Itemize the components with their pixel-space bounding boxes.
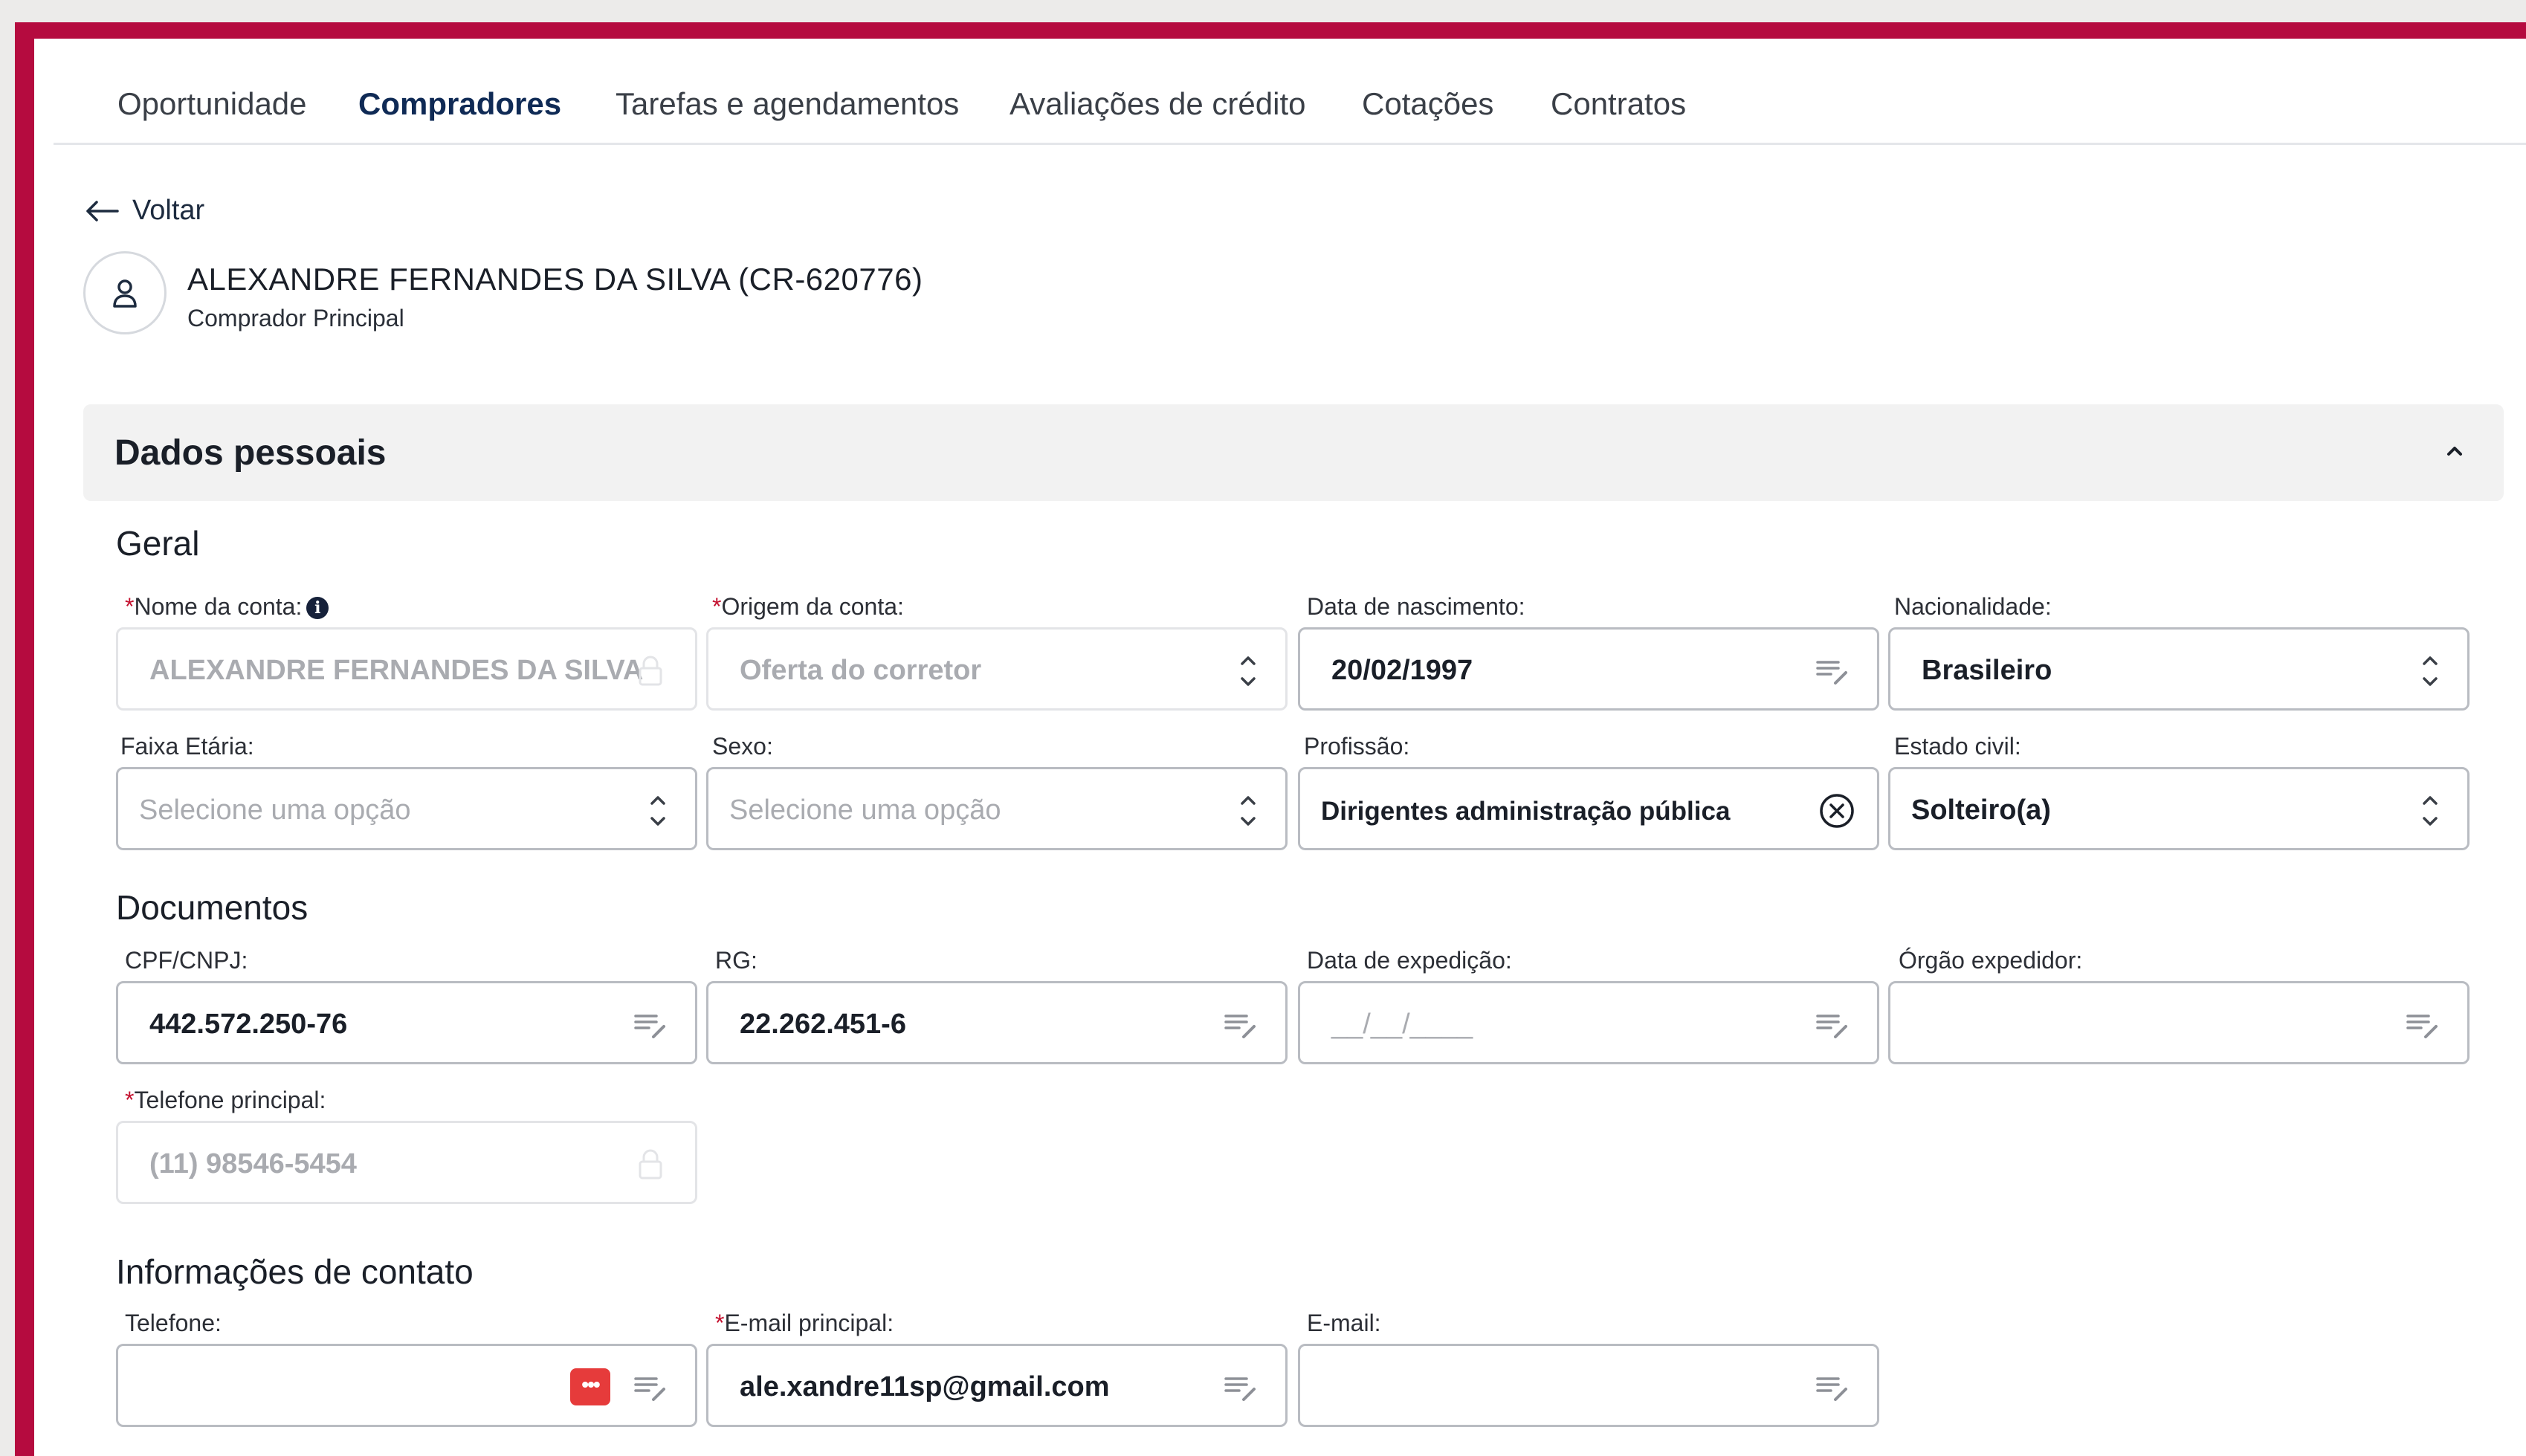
field-label-origem-conta: *Origem da conta: xyxy=(712,593,904,620)
email-field[interactable] xyxy=(1298,1344,1879,1427)
brand-frame-left xyxy=(15,22,34,1456)
edit-lines-icon[interactable] xyxy=(1221,1368,1260,1407)
field-label-estado-civil: Estado civil: xyxy=(1894,733,2021,760)
email-principal-field[interactable]: ale.xandre11sp@gmail.com xyxy=(706,1344,1288,1427)
group-title-geral: Geral xyxy=(116,524,200,563)
edit-lines-icon[interactable] xyxy=(1221,1006,1260,1044)
sort-icon xyxy=(1241,656,1256,686)
buyer-name: ALEXANDRE FERNANDES DA SILVA (CR-620776) xyxy=(187,262,923,297)
field-label-rg: RG: xyxy=(715,947,758,974)
telefone-field[interactable]: ••• xyxy=(116,1344,697,1427)
origem-conta-select[interactable]: Oferta do corretor xyxy=(706,627,1288,711)
page-content: Oportunidade Compradores Tarefas e agend… xyxy=(34,39,2526,1456)
data-nascimento-field[interactable]: 20/02/1997 xyxy=(1298,627,1879,711)
telefone-principal-field: (11) 98546-5454 xyxy=(116,1121,697,1204)
tab-compradores[interactable]: Compradores xyxy=(358,86,561,122)
field-label-profissao: Profissão: xyxy=(1304,733,1410,760)
buyer-role: Comprador Principal xyxy=(187,305,404,331)
sexo-select[interactable]: Selecione uma opção xyxy=(706,767,1288,850)
user-icon xyxy=(113,279,137,308)
lock-icon xyxy=(639,656,662,686)
tab-avaliacoes-de-credito[interactable]: Avaliações de crédito xyxy=(1010,86,1305,122)
profissao-field[interactable]: Dirigentes administração pública xyxy=(1298,767,1879,850)
section-title: Dados pessoais xyxy=(114,433,387,473)
tab-contratos[interactable]: Contratos xyxy=(1551,86,1686,122)
sort-icon xyxy=(2423,796,2438,826)
estado-civil-select[interactable]: Solteiro(a) xyxy=(1888,767,2470,850)
field-label-orgao-expedidor: Órgão expedidor: xyxy=(1899,947,2083,974)
clear-circle-icon[interactable] xyxy=(1818,792,1856,830)
field-label-sexo: Sexo: xyxy=(712,733,773,760)
back-link[interactable]: Voltar xyxy=(85,195,204,227)
field-label-data-expedicao: Data de expedição: xyxy=(1307,947,1512,974)
edit-lines-icon[interactable] xyxy=(2403,1006,2442,1044)
edit-lines-icon[interactable] xyxy=(631,1006,670,1044)
info-icon[interactable]: i xyxy=(306,597,329,619)
rg-field[interactable]: 22.262.451-6 xyxy=(706,981,1288,1064)
sort-icon xyxy=(650,796,665,826)
nome-conta-field: ALEXANDRE FERNANDES DA SILVA xyxy=(116,627,697,711)
field-label-cpf-cnpj: CPF/CNPJ: xyxy=(125,947,248,974)
cpf-cnpj-field[interactable]: 442.572.250-76 xyxy=(116,981,697,1064)
field-label-telefone: Telefone: xyxy=(125,1310,222,1336)
group-title-documentos: Documentos xyxy=(116,888,309,927)
back-label: Voltar xyxy=(132,195,205,226)
field-label-faixa-etaria: Faixa Etária: xyxy=(120,733,254,760)
tab-oportunidade[interactable]: Oportunidade xyxy=(117,86,307,122)
tab-bar: Oportunidade Compradores Tarefas e agend… xyxy=(54,39,2526,145)
field-label-nacionalidade: Nacionalidade: xyxy=(1894,593,2052,620)
nacionalidade-select[interactable]: Brasileiro xyxy=(1888,627,2470,711)
sort-icon xyxy=(2423,656,2438,686)
sort-icon xyxy=(1241,796,1256,826)
edit-lines-icon[interactable] xyxy=(1813,1368,1852,1407)
edit-lines-icon[interactable] xyxy=(631,1368,670,1407)
faixa-etaria-select[interactable]: Selecione uma opção xyxy=(116,767,697,850)
group-title-informacoes-de-contato: Informações de contato xyxy=(116,1252,474,1291)
password-manager-icon[interactable]: ••• xyxy=(570,1368,610,1405)
arrow-left-icon xyxy=(86,200,119,221)
tab-cotacoes[interactable]: Cotações xyxy=(1362,86,1493,122)
field-label-nome-conta: *Nome da conta: i xyxy=(125,593,329,621)
field-label-email-principal: *E-mail principal: xyxy=(715,1310,894,1336)
section-header-dados-pessoais[interactable]: Dados pessoais xyxy=(83,404,2504,501)
orgao-expedidor-field[interactable] xyxy=(1888,981,2470,1064)
chevron-up-icon[interactable] xyxy=(2438,434,2471,467)
brand-frame-top xyxy=(15,22,2526,39)
avatar xyxy=(83,251,167,334)
field-label-email: E-mail: xyxy=(1307,1310,1381,1336)
tab-tarefas-e-agendamentos[interactable]: Tarefas e agendamentos xyxy=(616,86,959,122)
edit-lines-icon[interactable] xyxy=(1813,1006,1852,1044)
edit-lines-icon[interactable] xyxy=(1813,652,1852,690)
field-label-data-nascimento: Data de nascimento: xyxy=(1307,593,1525,620)
field-label-telefone-principal: *Telefone principal: xyxy=(125,1087,326,1113)
data-expedicao-field[interactable]: __/__/____ xyxy=(1298,981,1879,1064)
lock-icon xyxy=(639,1149,662,1180)
